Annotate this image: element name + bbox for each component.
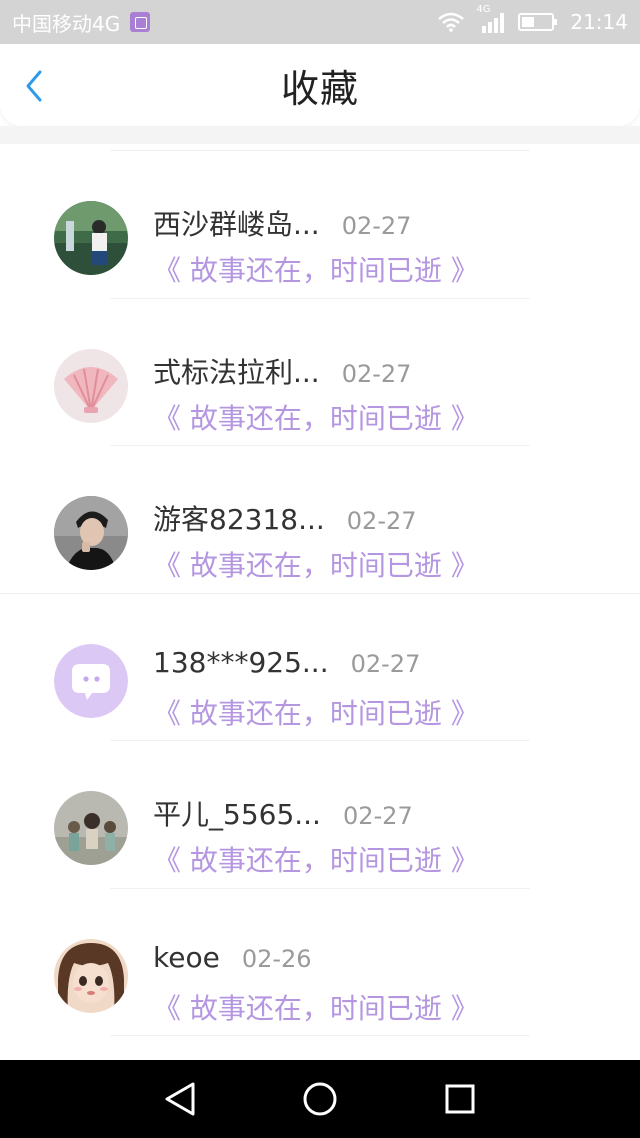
item-content[interactable]: 《 故事还在，时间已逝 》 — [153, 397, 479, 437]
header-bar: 收藏 — [0, 44, 640, 126]
system-recents-button[interactable] — [435, 1074, 485, 1124]
item-date: 02-27 — [346, 507, 417, 535]
divider — [110, 1035, 530, 1036]
avatar[interactable] — [54, 791, 128, 865]
signal-icon: 4G — [476, 4, 506, 34]
avatar[interactable] — [54, 496, 128, 570]
avatar[interactable] — [54, 938, 128, 1013]
list-item[interactable]: 游客82318... 02-27 《 故事还在，时间已逝 》 — [0, 446, 640, 594]
status-right: 4G 21:14 — [438, 4, 628, 34]
item-content[interactable]: 《 故事还在，时间已逝 》 — [153, 249, 479, 289]
item-date: 02-27 — [342, 802, 413, 830]
favorites-list: 西沙群嵝岛... 02-27 《 故事还在，时间已逝 》 式标法拉利... 02… — [0, 144, 640, 1036]
user-name[interactable]: 式标法拉利... — [153, 351, 320, 391]
item-date: 02-27 — [341, 359, 412, 388]
item-header: 游客82318... 02-27 — [153, 498, 417, 538]
item-content[interactable]: 《 故事还在，时间已逝 》 — [153, 544, 479, 584]
system-back-button[interactable] — [155, 1074, 205, 1124]
item-content[interactable]: 《 故事还在，时间已逝 》 — [153, 692, 479, 732]
list-item[interactable]: 平儿_5565... 02-27 《 故事还在，时间已逝 》 — [0, 741, 640, 889]
triangle-back-icon — [165, 1082, 195, 1116]
user-name[interactable]: 游客82318... — [153, 498, 325, 538]
list-item[interactable]: keoe 02-26 《 故事还在，时间已逝 》 — [0, 889, 640, 1036]
gallery-notification-icon — [130, 12, 151, 32]
status-bar: 中国移动4G 4G 21:14 — [0, 0, 640, 44]
item-date: 02-27 — [341, 212, 412, 240]
list-item[interactable]: 138***925... 02-27 《 故事还在，时间已逝 》 — [0, 594, 640, 741]
item-header: 平儿_5565... 02-27 — [153, 793, 413, 833]
wifi-icon — [438, 12, 465, 32]
status-left: 中国移动4G — [12, 8, 151, 37]
avatar[interactable] — [54, 201, 128, 275]
system-nav-bar — [0, 1060, 640, 1138]
item-header: 式标法拉利... 02-27 — [153, 351, 411, 391]
item-content[interactable]: 《 故事还在，时间已逝 》 — [153, 839, 479, 879]
default-avatar[interactable] — [54, 643, 128, 718]
avatar[interactable] — [54, 348, 128, 423]
header-gap — [0, 126, 640, 144]
user-name[interactable]: keoe — [153, 941, 220, 974]
system-home-button[interactable] — [295, 1074, 345, 1124]
item-header: 西沙群嵝岛... 02-27 — [153, 203, 411, 243]
list-item[interactable]: 式标法拉利... 02-27 《 故事还在，时间已逝 》 — [0, 299, 640, 446]
square-recents-icon — [445, 1084, 475, 1114]
user-name[interactable]: 西沙群嵝岛... — [153, 203, 320, 243]
item-content[interactable]: 《 故事还在，时间已逝 》 — [153, 987, 479, 1027]
clock: 21:14 — [570, 10, 628, 34]
network-type-label: 4G — [476, 4, 491, 15]
circle-home-icon — [303, 1082, 337, 1116]
item-date: 02-26 — [241, 944, 312, 973]
user-name[interactable]: 平儿_5565... — [153, 793, 321, 833]
page-title: 收藏 — [280, 66, 359, 111]
item-header: 138***925... 02-27 — [153, 646, 420, 679]
item-date: 02-27 — [350, 649, 421, 678]
item-header: keoe 02-26 — [153, 941, 312, 974]
list-item[interactable]: 西沙群嵝岛... 02-27 《 故事还在，时间已逝 》 — [0, 151, 640, 299]
user-name[interactable]: 138***925... — [153, 646, 329, 679]
carrier-label: 中国移动4G — [12, 11, 121, 36]
back-button[interactable] — [18, 70, 50, 102]
chevron-left-icon — [26, 70, 42, 102]
battery-icon — [518, 12, 558, 32]
